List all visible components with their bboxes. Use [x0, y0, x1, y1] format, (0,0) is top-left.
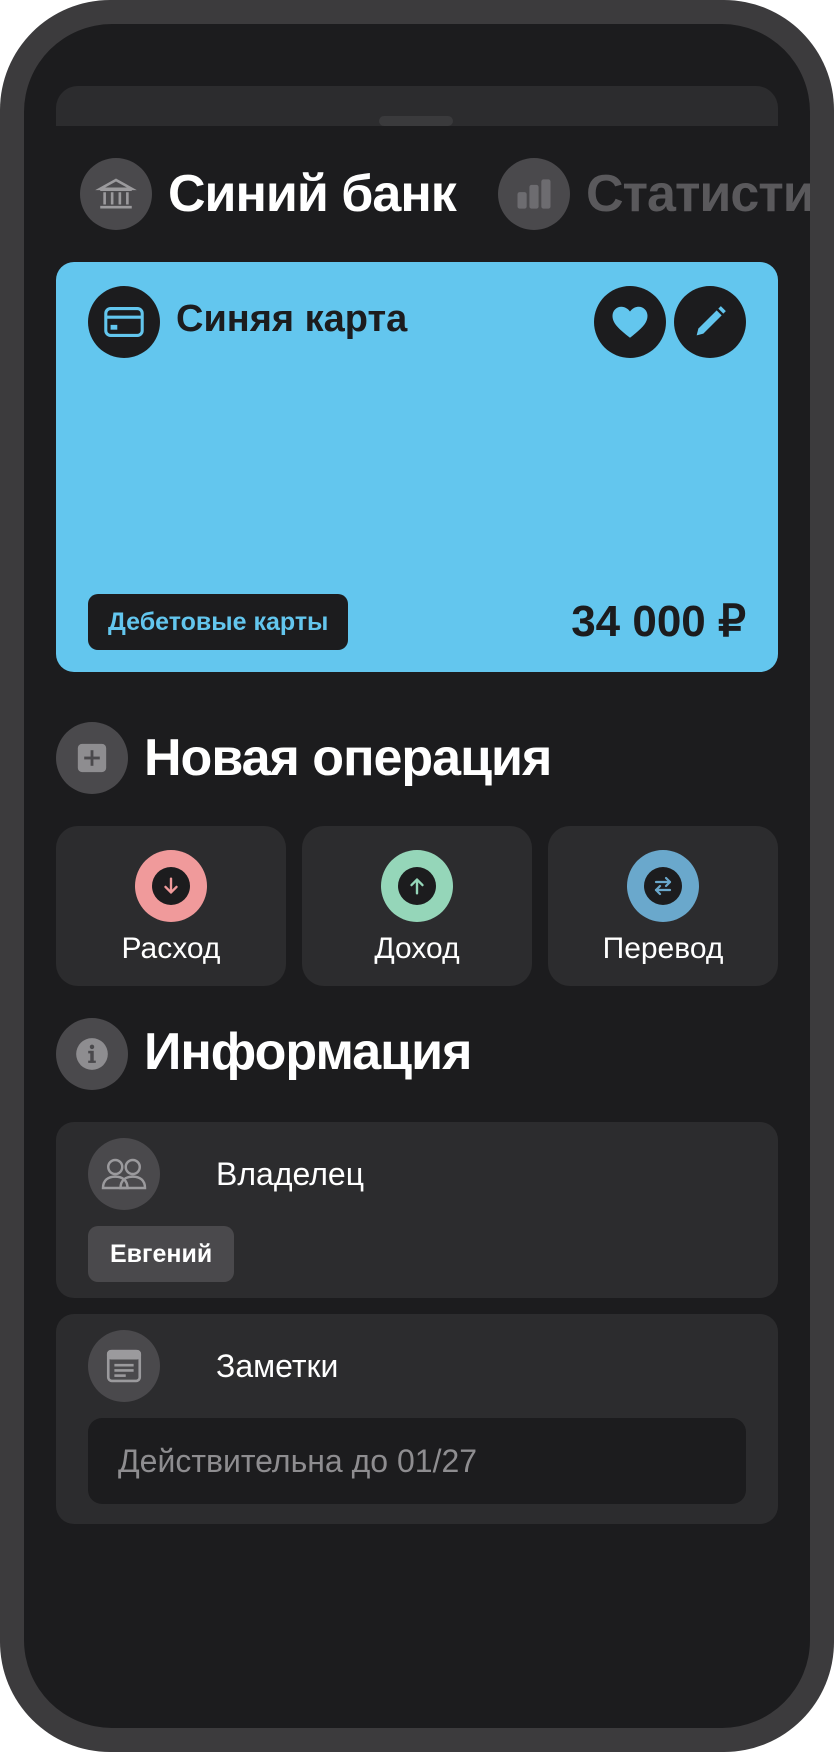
owner-card[interactable]: Владелец Евгений	[56, 1122, 778, 1298]
new-operation-title: Новая операция	[144, 729, 552, 787]
phone-frame: Синий банк Статистика Синяя карта	[0, 0, 834, 1752]
notes-field[interactable]: Действительна до 01/27	[88, 1418, 746, 1504]
expense-button[interactable]: Расход	[56, 826, 286, 986]
notes-label: Заметки	[216, 1348, 339, 1384]
plus-icon	[56, 722, 128, 794]
bank-title[interactable]: Синий банк	[168, 164, 457, 224]
notes-card: Заметки Действительна до 01/27	[56, 1314, 778, 1524]
people-icon	[88, 1138, 160, 1210]
sheet-grabber[interactable]	[379, 116, 453, 126]
owner-chip[interactable]: Евгений	[88, 1226, 235, 1282]
card-category-badge: Дебетовые карты	[88, 594, 349, 650]
notes-icon	[88, 1330, 160, 1402]
edit-button[interactable]	[674, 286, 746, 358]
info-title: Информация	[144, 1023, 472, 1081]
info-icon	[56, 1018, 128, 1090]
arrow-down-icon	[152, 867, 190, 905]
header-tabs: Синий банк Статистика	[56, 154, 810, 234]
pencil-icon	[696, 306, 726, 336]
bank-card[interactable]: Синяя карта Дебетовые карты 34 000 ₽	[56, 262, 778, 672]
arrow-up-icon	[398, 867, 436, 905]
stats-icon[interactable]	[498, 158, 570, 230]
app-screen: Синий банк Статистика Синяя карта	[24, 24, 810, 1728]
favorite-button[interactable]	[594, 286, 666, 358]
income-button[interactable]: Доход	[302, 826, 532, 986]
tab-statistics[interactable]: Статистика	[586, 164, 810, 224]
transfer-label: Перевод	[602, 932, 724, 965]
expense-label: Расход	[121, 932, 221, 965]
transfer-icon	[644, 867, 682, 905]
heart-icon	[612, 306, 648, 338]
transfer-button[interactable]: Перевод	[548, 826, 778, 986]
card-name: Синяя карта	[176, 298, 408, 340]
card-balance: 34 000 ₽	[571, 597, 746, 646]
owner-label: Владелец	[216, 1156, 365, 1192]
bank-icon	[80, 158, 152, 230]
income-label: Доход	[374, 932, 460, 965]
credit-card-icon	[88, 286, 160, 358]
